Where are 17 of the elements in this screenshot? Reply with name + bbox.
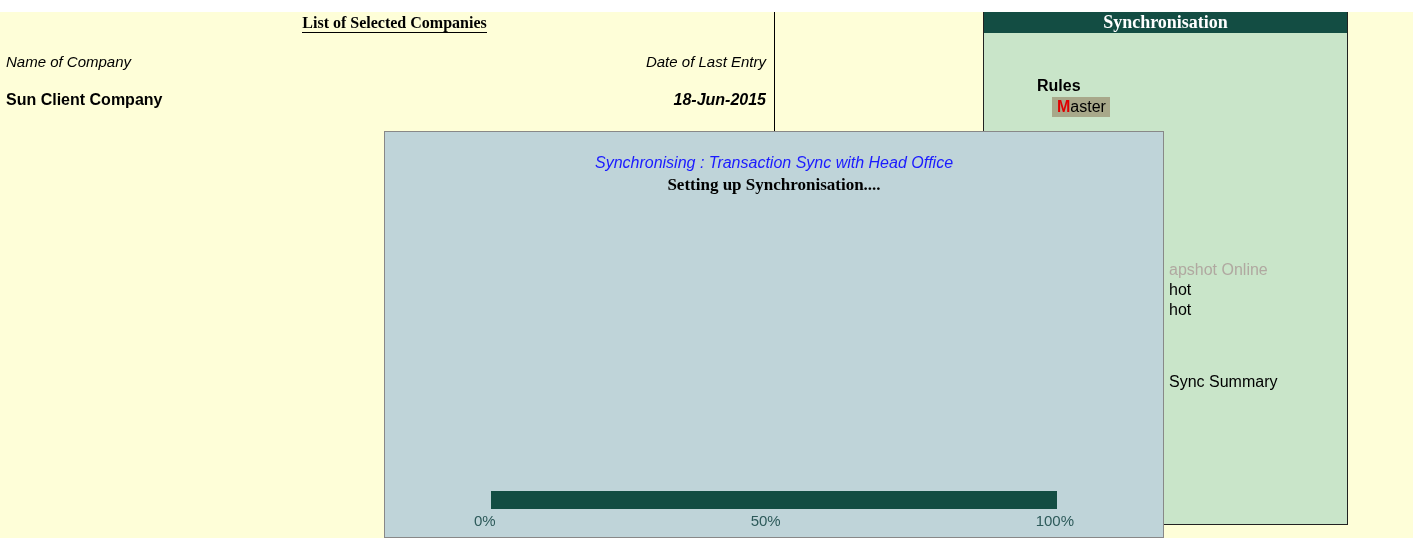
menu-item[interactable]: Master (1052, 97, 1110, 117)
menu-item[interactable]: hot (1164, 300, 1196, 320)
tick-label: 0% (474, 512, 496, 529)
menu-item: apshot Online (1168, 260, 1269, 280)
company-name[interactable]: Sun Client Company (6, 91, 163, 109)
date-cell: 18-Jun-2015 (673, 91, 766, 109)
section-heading: Rules (1037, 76, 1082, 96)
tick-label: 50% (750, 512, 781, 529)
status-text: Setting up Synchronisation.... (667, 175, 881, 195)
tick-label: 100% (1035, 512, 1074, 529)
report-title: List of Selected Companies (302, 13, 487, 33)
menu-item[interactable]: Sync Summary (1164, 372, 1282, 392)
panel-title: Synchronisation (984, 12, 1347, 33)
column-header: Name of Company (6, 53, 132, 70)
column-header: Date of Last Entry (645, 53, 766, 70)
menu-item[interactable]: hot (1164, 280, 1196, 300)
dialog-caption: Synchronising : Transaction Sync with Head Office (594, 153, 954, 173)
